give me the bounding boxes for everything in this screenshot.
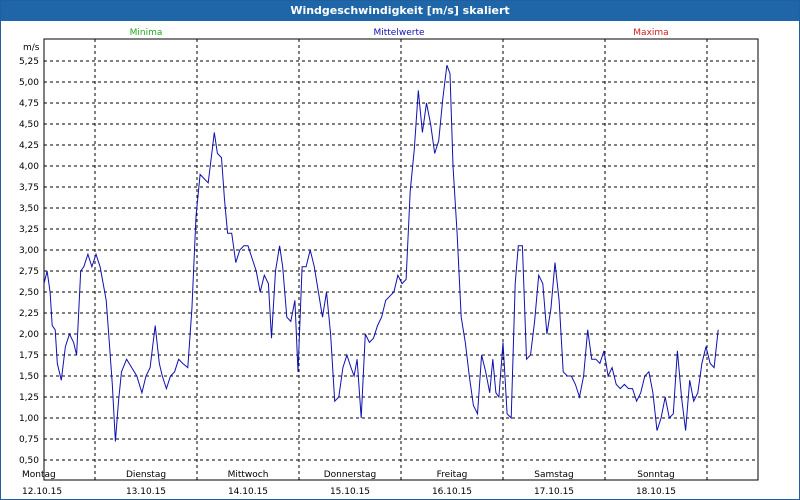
- line-chart: Minima Mittelwerte Maxima m/s 0,50 0,75 1,…: [19, 28, 759, 497]
- y-tick-label: 5,25: [19, 57, 39, 67]
- x-tick-day: Freitag: [437, 470, 468, 480]
- x-axis: Montag 12.10.15 Dienstag 13.10.15 Mittwoch 14…: [22, 470, 676, 497]
- grid: [44, 39, 758, 480]
- x-tick-day: Dienstag: [126, 470, 166, 480]
- x-tick-day: Mittwoch: [228, 470, 269, 480]
- y-tick-label: 4,00: [19, 162, 39, 172]
- series-line-mittelwerte: [43, 65, 719, 442]
- y-tick-label: 4,50: [19, 120, 39, 130]
- y-tick-label: 2,75: [19, 267, 39, 277]
- x-tick-date: 12.10.15: [22, 487, 62, 497]
- series-group: [43, 65, 719, 442]
- x-tick-date: 18.10.15: [636, 487, 676, 497]
- x-tick-day: Samstag: [534, 470, 573, 480]
- y-tick-label: 2,50: [19, 288, 39, 298]
- y-axis-unit: m/s: [23, 43, 40, 53]
- y-tick-label: 4,75: [19, 99, 39, 109]
- y-tick-label: 2,00: [19, 330, 39, 340]
- y-tick-label: 1,00: [19, 414, 39, 424]
- y-tick-label: 1,75: [19, 351, 39, 361]
- y-tick-label: 3,00: [19, 246, 39, 256]
- y-tick-label: 1,25: [19, 393, 39, 403]
- legend-maxima: Maxima: [633, 28, 668, 38]
- window-title: Windgeschwindigkeit [m/s] skaliert: [1, 1, 799, 21]
- y-tick-label: 3,75: [19, 183, 39, 193]
- y-tick-label: 2,25: [19, 309, 39, 319]
- y-tick-label: 0,75: [19, 435, 39, 445]
- y-tick-label: 3,50: [19, 204, 39, 214]
- y-tick-label: 3,25: [19, 225, 39, 235]
- x-tick-date: 16.10.15: [432, 487, 472, 497]
- y-tick-label: 4,25: [19, 141, 39, 151]
- legend: Minima Mittelwerte Maxima: [130, 28, 669, 38]
- x-tick-day: Donnerstag: [324, 470, 377, 480]
- x-tick-date: 17.10.15: [534, 487, 574, 497]
- y-tick-label: 0,50: [19, 456, 39, 466]
- y-tick-label: 1,50: [19, 372, 39, 382]
- chart-window: Windgeschwindigkeit [m/s] skaliert Minim…: [0, 0, 800, 500]
- x-tick-date: 13.10.15: [126, 487, 166, 497]
- x-tick-day: Montag: [22, 470, 56, 480]
- x-tick-day: Sonntag: [637, 470, 674, 480]
- legend-minima: Minima: [130, 28, 163, 38]
- legend-mittelwerte: Mittelwerte: [373, 28, 424, 38]
- y-tick-label: 5,00: [19, 78, 39, 88]
- x-tick-date: 14.10.15: [228, 487, 268, 497]
- y-axis: 0,50 0,75 1,00 1,25 1,50 1,75 2,00 2,25 2,50 2,75…: [19, 57, 39, 466]
- x-tick-date: 15.10.15: [330, 487, 370, 497]
